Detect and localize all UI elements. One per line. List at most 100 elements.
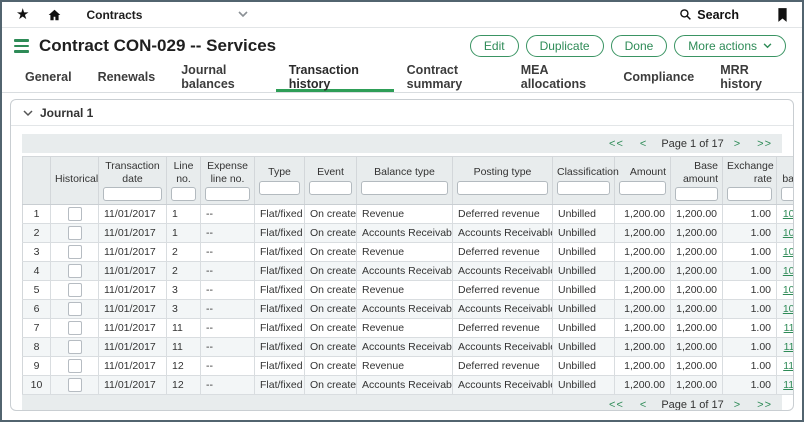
pagination-next-button[interactable]: > [734,138,741,150]
tab-compliance[interactable]: Compliance [610,64,707,92]
cell-gl-batch: 1117 [777,338,795,357]
global-search[interactable]: Search [679,8,739,22]
tab-contract-summary[interactable]: Contract summary [394,64,508,92]
favorites-star-icon[interactable]: ★ [16,7,29,22]
cell-amount: 1,200.00 [615,205,671,224]
cell-gl-batch: 1054 [777,205,795,224]
column-header-label: Expense line no. [205,160,250,185]
table-row: 611/01/20173--Flat/fixedOn createAccount… [23,300,795,319]
column-header-event[interactable]: Event [305,157,357,205]
tab-mrr-history[interactable]: MRR history [707,64,792,92]
cell-base-amount: 1,200.00 [671,376,723,395]
record-list-icon[interactable] [14,39,29,53]
journal-section-header[interactable]: Journal 1 [11,100,793,126]
filter-input-balance-type[interactable] [361,181,448,195]
column-header-amount[interactable]: Amount [615,157,671,205]
column-header-line-no[interactable]: Line no. [167,157,201,205]
column-header-exchange-rate[interactable]: Exchange rate [723,157,777,205]
cell-line-no: 3 [167,300,201,319]
pagination-prev-button[interactable]: < [640,399,647,411]
gl-batch-link[interactable]: 1054 [783,227,794,239]
gl-batch-link[interactable]: 1056 [783,284,794,296]
filter-input-amount[interactable] [619,181,666,195]
tab-renewals[interactable]: Renewals [85,64,169,92]
filter-input-expense-line-no[interactable] [205,187,250,201]
column-header-posting-type[interactable]: Posting type [453,157,553,205]
bookmark-icon[interactable] [777,8,788,22]
cell-balance-type: Revenue [357,319,453,338]
column-header-expense-line-no[interactable]: Expense line no. [201,157,255,205]
historical-checkbox[interactable] [68,226,82,240]
cell-line-no: 1 [167,224,201,243]
filter-input-posting-type[interactable] [457,181,548,195]
gl-batch-link[interactable]: 1055 [783,246,794,258]
column-header-label: Line no. [171,160,196,185]
edit-button[interactable]: Edit [470,35,519,57]
pagination-next-button[interactable]: > [734,399,741,411]
historical-checkbox[interactable] [68,245,82,259]
app-window: ★ Contracts Search Contract CON-029 -- S… [0,0,804,422]
filter-input-type[interactable] [259,181,300,195]
cell-line-no: 11 [167,319,201,338]
cell-exchange-rate: 1.00 [723,300,777,319]
pagination-first-button[interactable]: << [609,399,624,411]
filter-input-line-no[interactable] [171,187,196,201]
nav-current-module[interactable]: Contracts [86,8,142,22]
historical-checkbox[interactable] [68,378,82,392]
search-label: Search [697,8,739,22]
historical-checkbox[interactable] [68,340,82,354]
cell-gl-batch: 1056 [777,281,795,300]
cell-row-number: 6 [23,300,51,319]
column-header-historical[interactable]: Historical [51,157,99,205]
cell-base-amount: 1,200.00 [671,243,723,262]
filter-input-base-amount[interactable] [675,187,718,201]
column-header-label: GL batch [781,160,794,185]
tab-general[interactable]: General [12,64,85,92]
filter-input-classification[interactable] [557,181,610,195]
pagination-first-button[interactable]: << [609,138,624,150]
historical-checkbox[interactable] [68,321,82,335]
historical-checkbox[interactable] [68,207,82,221]
gl-batch-link[interactable]: 1056 [783,303,794,315]
cell-amount: 1,200.00 [615,281,671,300]
duplicate-button[interactable]: Duplicate [526,35,604,57]
nav-dropdown-chevron-icon[interactable] [238,11,248,18]
cell-row-number: 9 [23,357,51,376]
column-header-base-amount[interactable]: Base amount [671,157,723,205]
column-header-classification[interactable]: Classification [553,157,615,205]
column-header-transaction-date[interactable]: Transaction date [99,157,167,205]
filter-input-event[interactable] [309,181,352,195]
tab-mea-allocations[interactable]: MEA allocations [508,64,611,92]
filter-input-gl-batch[interactable] [781,187,794,201]
pagination-prev-button[interactable]: < [640,138,647,150]
column-header-gl-batch[interactable]: GL batch [777,157,795,205]
pagination-last-button[interactable]: >> [757,138,772,150]
cell-transaction-date: 11/01/2017 [99,224,167,243]
pagination-last-button[interactable]: >> [757,399,772,411]
gl-batch-link[interactable]: 1141 [783,360,794,372]
filter-input-exchange-rate[interactable] [727,187,772,201]
gl-batch-link[interactable]: 1117 [784,341,794,353]
historical-checkbox[interactable] [68,302,82,316]
gl-batch-link[interactable]: 1117 [784,322,794,334]
filter-input-transaction-date[interactable] [103,187,162,201]
historical-checkbox[interactable] [68,264,82,278]
gl-batch-link[interactable]: 1141 [783,379,794,391]
more-actions-button[interactable]: More actions [674,35,786,57]
cell-historical [51,300,99,319]
historical-checkbox[interactable] [68,359,82,373]
column-header-balance-type[interactable]: Balance type [357,157,453,205]
gl-batch-link[interactable]: 1054 [783,208,794,220]
cell-line-no: 12 [167,357,201,376]
column-header-type[interactable]: Type [255,157,305,205]
historical-checkbox[interactable] [68,283,82,297]
cell-event: On create [305,205,357,224]
tab-transaction-history[interactable]: Transaction history [276,64,394,92]
done-button[interactable]: Done [611,35,668,57]
gl-batch-link[interactable]: 1055 [783,265,794,277]
cell-transaction-date: 11/01/2017 [99,319,167,338]
cell-base-amount: 1,200.00 [671,338,723,357]
cell-posting-type: Deferred revenue [453,243,553,262]
home-icon[interactable] [47,8,62,22]
tab-journal-balances[interactable]: Journal balances [168,64,275,92]
